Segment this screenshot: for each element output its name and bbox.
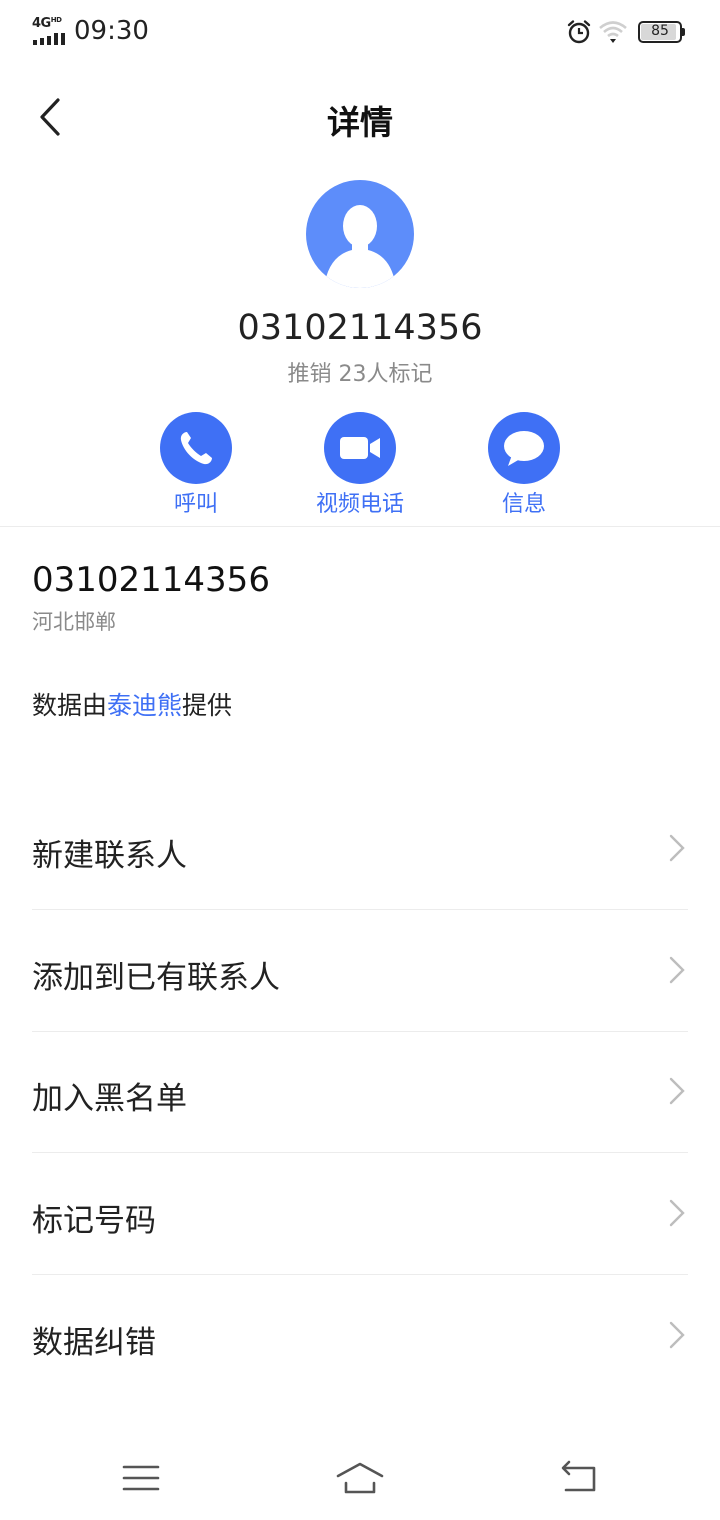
chevron-right-icon <box>669 1199 685 1227</box>
nav-menu-button[interactable] <box>116 1456 166 1500</box>
contact-detail-screen: 4GHD 09:30 85 详情 03102114356 推销 23人标记 呼叫… <box>0 0 720 1520</box>
divider <box>0 526 720 527</box>
menu-item-label: 新建联系人 <box>32 838 187 874</box>
menu-icon <box>122 1465 160 1491</box>
menu-item-label: 加入黑名单 <box>32 1081 187 1117</box>
menu-item-mark-number[interactable]: 标记号码 <box>0 1153 720 1275</box>
network-type: 4GHD <box>32 16 62 31</box>
data-provider-text: 数据由泰迪熊提供 <box>32 691 233 720</box>
video-call-label: 视频电话 <box>315 492 404 517</box>
home-icon <box>336 1462 384 1494</box>
clock-time: 09:30 <box>74 16 149 46</box>
phone-location: 河北邯郸 <box>32 610 116 634</box>
menu-item-blacklist[interactable]: 加入黑名单 <box>0 1031 720 1153</box>
menu-item-new-contact[interactable]: 新建联系人 <box>0 788 720 910</box>
chevron-right-icon <box>669 1321 685 1349</box>
nav-back-button[interactable] <box>554 1456 604 1500</box>
menu-item-label: 数据纠错 <box>32 1325 156 1361</box>
back-icon <box>561 1460 596 1492</box>
chevron-right-icon <box>669 834 685 862</box>
caller-number: 03102114356 <box>237 308 483 348</box>
caller-tag: 推销 23人标记 <box>287 362 433 387</box>
signal-icon: 4GHD <box>32 16 68 46</box>
wifi-icon <box>599 21 627 43</box>
chevron-right-icon <box>669 956 685 984</box>
menu-item-label: 标记号码 <box>32 1203 156 1239</box>
page-title: 详情 <box>327 103 393 142</box>
battery-icon: 85 <box>638 21 686 43</box>
menu-item-label: 添加到已有联系人 <box>32 960 280 996</box>
phone-number: 03102114356 <box>32 560 270 600</box>
provider-link[interactable]: 泰迪熊 <box>107 691 182 720</box>
battery-level: 85 <box>651 23 669 39</box>
message-button[interactable]: 信息 <box>444 412 604 522</box>
person-avatar-icon <box>306 180 414 288</box>
menu-item-data-correction[interactable]: 数据纠错 <box>0 1275 720 1397</box>
alarm-icon <box>567 20 591 44</box>
call-button[interactable]: 呼叫 <box>116 412 276 522</box>
menu-item-add-to-existing[interactable]: 添加到已有联系人 <box>0 910 720 1032</box>
message-bubble-icon <box>504 431 544 466</box>
message-label: 信息 <box>501 492 546 517</box>
phone-icon <box>180 432 212 465</box>
call-label: 呼叫 <box>173 492 218 517</box>
nav-home-button[interactable] <box>335 1456 385 1500</box>
status-bar: 4GHD 09:30 85 <box>0 0 720 66</box>
video-camera-icon <box>340 437 380 459</box>
chevron-right-icon <box>669 1077 685 1105</box>
video-call-button[interactable]: 视频电话 <box>280 412 440 522</box>
